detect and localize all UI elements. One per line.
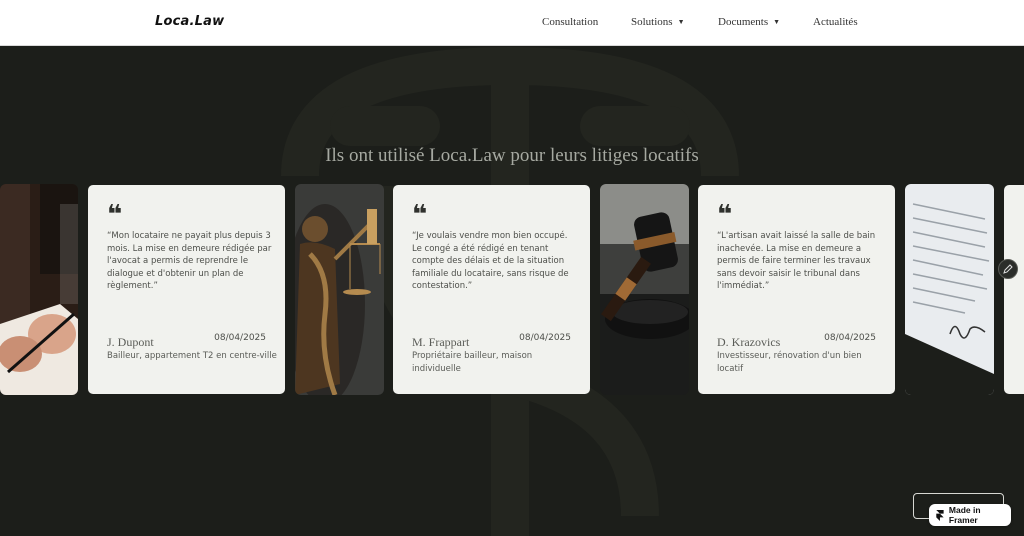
testimonial-card: ❝ “L'artisan avait laissé la salle de ba… bbox=[698, 185, 895, 394]
nav-label: Actualités bbox=[813, 16, 858, 28]
testimonial-role: Bailleur, appartement T2 en centre-ville bbox=[107, 351, 277, 361]
nav-consultation[interactable]: Consultation bbox=[542, 16, 598, 28]
framer-badge-label: Made in Framer bbox=[948, 505, 981, 525]
testimonial-date: 08/04/2025 bbox=[519, 333, 571, 343]
quote-icon: ❝ bbox=[717, 200, 732, 230]
framer-badge[interactable]: Made in Framer bbox=[929, 504, 1011, 526]
logo[interactable]: Loca.Law bbox=[155, 14, 224, 29]
caret-down-icon: ▼ bbox=[773, 18, 781, 26]
framer-logo-icon bbox=[936, 509, 944, 521]
testimonial-date: 08/04/2025 bbox=[824, 333, 876, 343]
nav-documents[interactable]: Documents ▼ bbox=[718, 16, 780, 28]
testimonial-author: D. Krazovics bbox=[717, 335, 781, 349]
image-hand-signing bbox=[0, 184, 78, 395]
testimonial-author: J. Dupont bbox=[107, 335, 154, 349]
testimonial-role: Investisseur, rénovation d'un bien locat… bbox=[717, 351, 862, 374]
testimonial-quote: “L'artisan avait laissé la salle de bain… bbox=[717, 231, 876, 292]
testimonial-role: Propriétaire bailleur, maison individuel… bbox=[412, 351, 533, 374]
nav-label: Consultation bbox=[542, 16, 599, 28]
section-title: Ils ont utilisé Loca.Law pour leurs liti… bbox=[325, 145, 699, 166]
site-header: Loca.Law Consultation Solutions ▼ Docume… bbox=[0, 0, 1024, 46]
testimonial-card: ❝ “Mon locataire ne payait plus depuis 3… bbox=[88, 185, 285, 394]
nav-label: Documents bbox=[718, 16, 769, 28]
testimonial-card-partial bbox=[1004, 185, 1024, 394]
testimonial-quote: “Je voulais vendre mon bien occupé. Le c… bbox=[412, 231, 569, 292]
image-lady-justice bbox=[295, 184, 384, 395]
caret-down-icon: ▼ bbox=[677, 18, 685, 26]
pencil-icon bbox=[1003, 264, 1013, 274]
nav-label: Solutions bbox=[631, 16, 673, 28]
quote-icon: ❝ bbox=[412, 200, 427, 230]
nav-actualites[interactable]: Actualités bbox=[813, 16, 858, 28]
quote-icon: ❝ bbox=[107, 200, 122, 230]
testimonial-carousel[interactable]: ❝ “Mon locataire ne payait plus depuis 3… bbox=[0, 184, 1024, 395]
edit-button[interactable] bbox=[998, 259, 1018, 279]
nav-solutions[interactable]: Solutions ▼ bbox=[631, 16, 685, 28]
testimonial-date: 08/04/2025 bbox=[214, 333, 266, 343]
image-signed-contract bbox=[905, 184, 994, 395]
image-gavel bbox=[600, 184, 689, 395]
testimonial-author: M. Frappart bbox=[412, 335, 470, 349]
testimonial-quote: “Mon locataire ne payait plus depuis 3 m… bbox=[107, 231, 272, 292]
testimonial-card: ❝ “Je voulais vendre mon bien occupé. Le… bbox=[393, 185, 590, 394]
